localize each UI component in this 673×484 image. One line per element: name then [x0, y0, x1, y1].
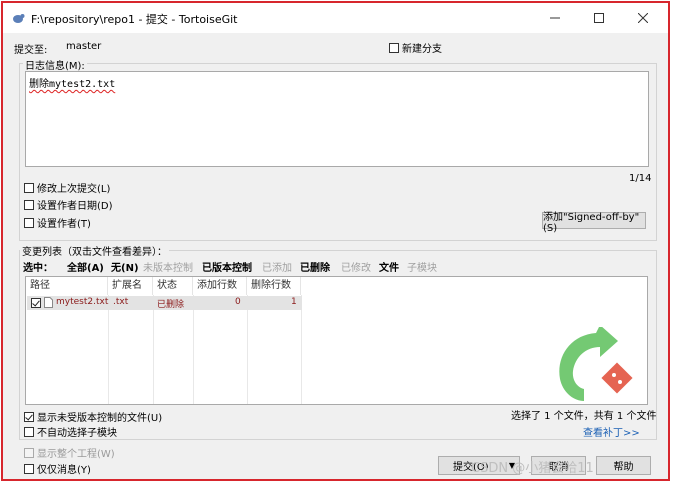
- file-row-deleted: 1: [291, 297, 297, 307]
- amend-checkbox[interactable]: 修改上次提交(L): [24, 180, 110, 195]
- set-author-checkbox[interactable]: 设置作者(T): [24, 215, 91, 230]
- close-button[interactable]: [621, 3, 665, 33]
- tortoisegit-logo-icon: [559, 327, 633, 401]
- commit-to-label: 提交至:: [14, 45, 48, 56]
- select-label: 选中：: [23, 263, 53, 274]
- filter-versioned[interactable]: 已版本控制: [202, 259, 252, 274]
- filter-submodules[interactable]: 子模块: [407, 259, 437, 274]
- file-row-path: mytest2.txt: [56, 297, 109, 307]
- changes-list-label: 变更列表（双击文件查看差异）：: [20, 243, 169, 258]
- column-status[interactable]: 状态: [153, 277, 193, 295]
- file-row-status: 已删除: [157, 300, 185, 310]
- close-icon: [638, 13, 648, 23]
- column-path[interactable]: 路径: [26, 277, 108, 295]
- filter-modified[interactable]: 已修改: [341, 259, 371, 274]
- filter-files[interactable]: 文件: [379, 259, 399, 274]
- show-whole-project-checkbox[interactable]: 显示整个工程(W): [24, 445, 115, 460]
- log-message-text: 删除mytest2.txt: [29, 79, 116, 90]
- show-unversioned-checkbox[interactable]: 显示未受版本控制的文件(U): [24, 409, 162, 424]
- file-row-checkbox[interactable]: [31, 298, 41, 308]
- tortoisegit-app-icon: [13, 14, 25, 23]
- filter-all[interactable]: 全部(A): [67, 259, 104, 274]
- view-patch-link[interactable]: 查看补丁>>: [583, 424, 640, 439]
- csdn-watermark: CSDN @小猪会哈11: [471, 461, 594, 476]
- add-signed-off-by-button[interactable]: 添加"Signed-off-by"(S): [542, 212, 646, 234]
- new-branch-check-icon: [389, 42, 399, 53]
- filter-none[interactable]: 无(N): [111, 259, 139, 274]
- column-deleted-lines[interactable]: 删除行数: [247, 277, 301, 295]
- set-author-date-checkbox[interactable]: 设置作者日期(D): [24, 197, 113, 212]
- maximize-button[interactable]: [577, 3, 621, 33]
- window-title: F:\repository\repo1 - 提交 - TortoiseGit: [31, 13, 238, 26]
- selection-status: 选择了 1 个文件，共有 1 个文件: [511, 411, 657, 422]
- help-button[interactable]: 帮助: [596, 456, 651, 475]
- column-extension[interactable]: 扩展名: [108, 277, 153, 295]
- message-only-checkbox[interactable]: 仅仅消息(Y): [24, 461, 91, 476]
- branch-name: master: [66, 41, 102, 52]
- filter-unversioned[interactable]: 未版本控制: [143, 259, 193, 274]
- no-auto-submodule-checkbox[interactable]: 不自动选择子模块: [24, 424, 117, 439]
- file-list[interactable]: 路径 扩展名 状态 添加行数 删除行数 mytest2.txt .txt 已删除…: [25, 276, 648, 405]
- file-row-extension: .txt: [113, 297, 129, 307]
- new-branch-checkbox[interactable]: 新建分支: [389, 40, 442, 55]
- filter-deleted[interactable]: 已删除: [300, 259, 330, 274]
- filter-added[interactable]: 已添加: [262, 259, 292, 274]
- commit-dialog: F:\repository\repo1 - 提交 - TortoiseGit 提…: [1, 1, 670, 481]
- title-bar: F:\repository\repo1 - 提交 - TortoiseGit: [3, 3, 668, 33]
- file-row-added: 0: [235, 297, 241, 307]
- message-line-counter: 1/14: [629, 173, 652, 184]
- minimize-button[interactable]: [533, 3, 577, 33]
- minimize-icon: [550, 17, 560, 19]
- column-added-lines[interactable]: 添加行数: [193, 277, 247, 295]
- log-message-label: 日志信息(M):: [23, 57, 87, 72]
- maximize-icon: [594, 13, 604, 23]
- file-icon: [44, 297, 53, 308]
- log-message-textarea[interactable]: 删除mytest2.txt: [25, 71, 649, 167]
